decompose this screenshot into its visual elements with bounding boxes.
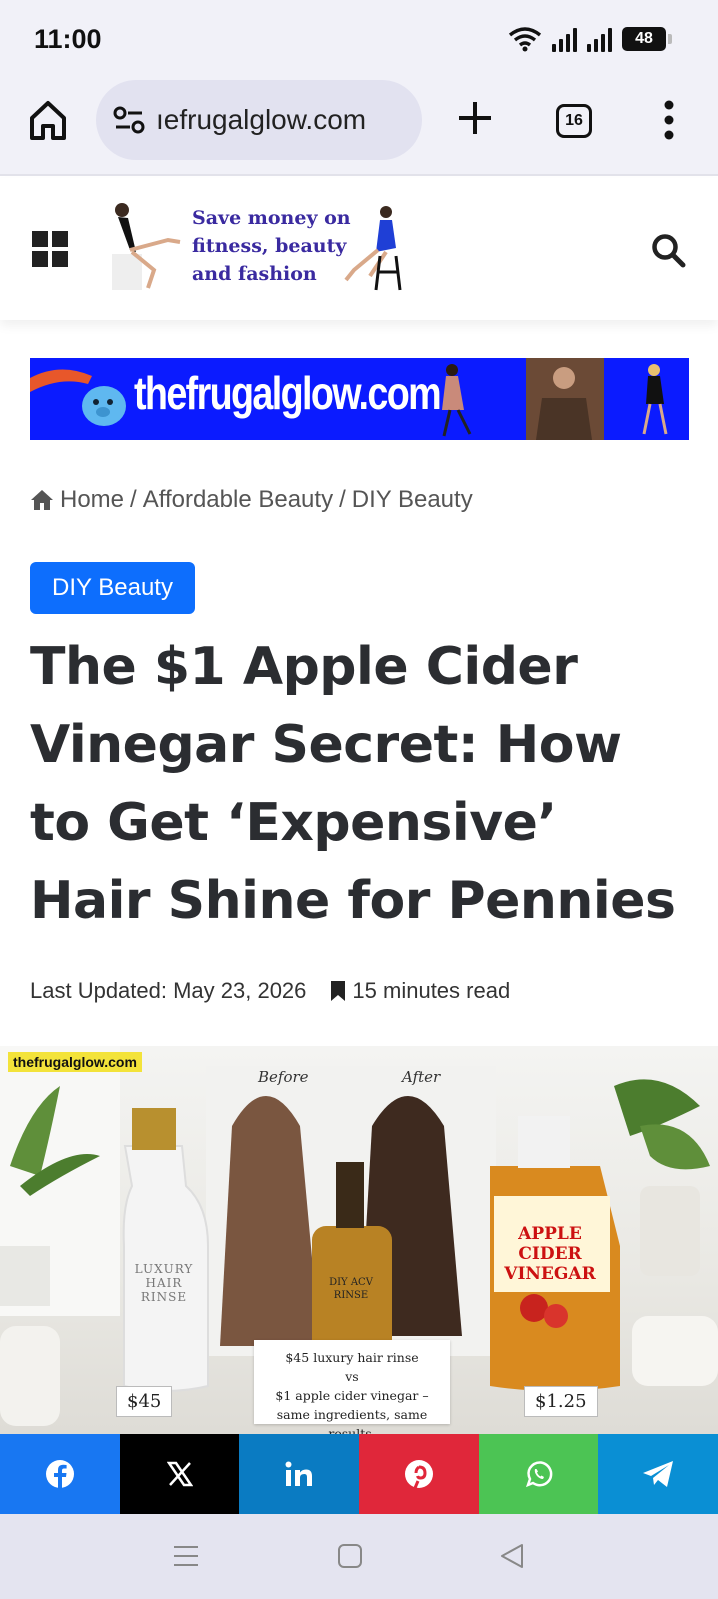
diy-bottle-label: DIY ACV RINSE [329,1277,373,1301]
status-icons: 48 [508,26,672,52]
telegram-icon [643,1461,674,1487]
url-text[interactable]: ıefrugalglow.com [156,104,406,136]
browser-toolbar: ıefrugalglow.com 16 [0,80,718,176]
article-title: The $1 Apple Cider Vinegar Secret: How t… [30,637,676,931]
site-tagline: Save money on fitness, beauty and fashio… [192,204,351,288]
caption-line: vs [345,1369,359,1384]
site-settings-icon[interactable] [112,105,146,135]
share-x-button[interactable] [119,1434,240,1514]
category-badge[interactable]: DIY Beauty [30,562,195,614]
linkedin-icon [285,1461,313,1486]
acv-bottle-label: APPLE CIDER VINEGAR [504,1224,596,1284]
label-before: Before [258,1068,309,1086]
share-bar [0,1434,718,1514]
banner-text: thefrugalglow.com [134,367,442,419]
home-icon [31,490,53,510]
tagline-line-2: fitness, beauty [192,235,347,257]
share-telegram-button[interactable] [598,1434,718,1514]
image-watermark: thefrugalglow.com [8,1052,142,1072]
caption-line: $1 apple cider vinegar – [275,1388,429,1403]
caption-line: $45 luxury hair rinse [285,1350,419,1365]
share-pinterest-button[interactable] [359,1434,479,1514]
wifi-icon [508,27,542,52]
whatsapp-icon [525,1461,552,1488]
label-after: After [402,1068,441,1086]
site-header: Save money on fitness, beauty and fashio… [0,178,718,320]
breadcrumb-current: DIY Beauty [351,486,473,513]
signal-icon-2 [587,26,612,52]
home-nav-icon[interactable] [337,1543,363,1569]
luxury-bottle-label: LUXURY HAIR RINSE [134,1262,194,1304]
address-bar[interactable]: ıefrugalglow.com [96,80,422,160]
image-caption-card: $45 luxury hair rinse vs $1 apple cider … [254,1340,450,1434]
home-icon[interactable] [28,98,68,142]
models-illustration [442,358,668,440]
last-updated: Last Updated: May 23, 2026 [30,978,307,1003]
read-time: 15 minutes read [330,978,510,1004]
pinterest-icon [404,1460,433,1489]
share-whatsapp-button[interactable] [478,1434,599,1514]
price-tag-luxury: $45 [116,1386,173,1417]
facebook-icon [45,1460,74,1488]
woman-on-stool-illustration [344,206,402,291]
battery-icon: 48 [622,27,672,51]
caption-line: same ingredients, same results. [276,1407,428,1434]
piggy-bank-illustration [30,369,126,426]
featured-image: thefrugalglow.com Before After LUXURY HA… [0,1046,718,1434]
breadcrumb-home-link[interactable]: Home [60,486,124,514]
site-banner[interactable]: thefrugalglow.com [30,358,689,440]
site-logo[interactable]: Save money on fitness, beauty and fashio… [108,200,408,294]
breadcrumb: Home / Affordable Beauty / DIY Beauty [30,486,473,514]
tagline-line-3: and fashion [192,263,317,285]
woman-sitting-illustration [112,203,181,290]
status-time: 11:00 [34,24,102,54]
breadcrumb-separator: / [130,486,137,513]
share-linkedin-button[interactable] [239,1434,360,1514]
status-bar: 11:00 48 [0,0,718,80]
new-tab-icon[interactable] [455,98,495,138]
read-time-label: 15 minutes read [352,978,511,1003]
price-tag-acv: $1.25 [524,1386,598,1417]
more-menu-icon[interactable] [663,100,675,140]
search-icon[interactable] [650,232,686,268]
system-nav-bar [0,1514,718,1599]
back-nav-icon[interactable] [500,1543,524,1569]
recent-apps-icon[interactable] [173,1544,199,1568]
bookmark-icon [331,981,346,1001]
breadcrumb-separator: / [339,486,346,513]
grid-menu-icon[interactable] [32,231,68,267]
tagline-line-1: Save money on [192,207,351,229]
breadcrumb-category-link[interactable]: Affordable Beauty [143,486,333,514]
tab-switcher-button[interactable]: 16 [556,104,592,138]
signal-icon-1 [552,26,577,52]
x-icon [166,1461,193,1487]
article-meta: Last Updated: May 23, 2026 15 minutes re… [30,978,510,1004]
share-facebook-button[interactable] [0,1434,120,1514]
